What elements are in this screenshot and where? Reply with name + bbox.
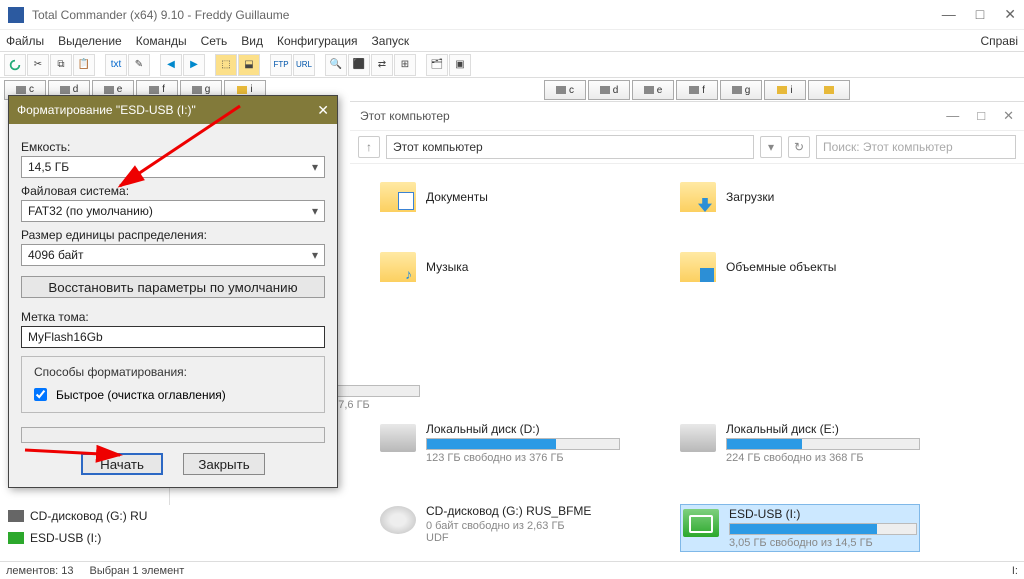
tb-cmd-icon[interactable]: ▣ [449,54,471,76]
app-icon [8,7,24,23]
format-options-legend: Способы форматирования: [30,365,191,379]
status-drive: I: [1012,565,1018,577]
titlebar: Total Commander (x64) 9.10 - Freddy Guil… [0,0,1024,30]
tb-search-icon[interactable]: 🔍 [325,54,347,76]
filesystem-select[interactable]: FAT32 (по умолчанию) [21,200,325,222]
quick-format-label: Быстрое (очистка оглавления) [56,388,226,402]
tb-copy-icon[interactable]: ⧉ [50,54,72,76]
tb-fwd-icon[interactable]: ▶ [183,54,205,76]
drive-c-right[interactable]: c [544,80,586,100]
close-format-button[interactable]: Закрыть [183,453,265,475]
format-options-group: Способы форматирования: Быстрое (очистка… [21,356,325,413]
menubar: Файлы Выделение Команды Сеть Вид Конфигу… [0,30,1024,51]
tb-archive-icon[interactable]: ⬚ [215,54,237,76]
allocunit-label: Размер единицы распределения: [21,228,325,242]
drive-d-item[interactable]: Локальный диск (D:) 123 ГБ свободно из 3… [380,422,620,464]
hdd-icon [680,424,716,452]
drivebar-right: c d e f g i [540,78,1024,102]
folder-3dobjects[interactable]: Объемные объекты [680,252,920,282]
status-selection: Выбран 1 элемент [90,565,185,577]
dialog-titlebar: Форматирование "ESD-USB (I:)" ✕ [9,96,337,124]
music-icon [380,252,416,282]
start-button[interactable]: Начать [81,453,163,475]
menu-files[interactable]: Файлы [6,34,44,48]
address-bar[interactable]: Этот компьютер [386,135,754,159]
exp-min-button[interactable]: — [946,108,959,124]
explorer-window: Этот компьютер — □ ✕ ↑ Этот компьютер ▾ … [350,101,1024,561]
explorer-title: Этот компьютер [360,109,450,123]
status-count: лементов: 13 [6,565,74,577]
exp-max-button[interactable]: □ [977,108,985,124]
downloads-icon [680,182,716,212]
tb-ftp-icon[interactable]: FTP [270,54,292,76]
maximize-button[interactable]: □ [976,6,984,23]
menu-view[interactable]: Вид [241,34,263,48]
tb-refresh-icon[interactable] [4,54,26,76]
usb-icon [683,509,719,537]
filesystem-label: Файловая система: [21,184,325,198]
menu-help[interactable]: Справі [980,34,1018,48]
menu-selection[interactable]: Выделение [58,34,122,48]
hdd-icon [380,424,416,452]
progress-bar [21,427,325,443]
explorer-toolbar: ↑ Этот компьютер ▾ ↻ Поиск: Этот компьют… [350,130,1024,164]
drive-i-right[interactable]: i [764,80,806,100]
exp-close-button[interactable]: ✕ [1003,108,1014,124]
tree-cd[interactable]: CD-дисковод (G:) RU [0,505,170,527]
drive-g-right[interactable]: g [720,80,762,100]
statusbar: лементов: 13 Выбран 1 элемент I: [0,561,1024,579]
tb-url-icon[interactable]: URL [293,54,315,76]
allocunit-select[interactable]: 4096 байт [21,244,325,266]
dialog-close-button[interactable]: ✕ [317,102,329,119]
close-button[interactable]: ✕ [1004,6,1016,23]
objects-icon [680,252,716,282]
tb-paste-icon[interactable]: 📋 [73,54,95,76]
volume-label-label: Метка тома: [21,310,325,324]
folder-documents[interactable]: Документы [380,182,620,212]
tree-usb-1[interactable]: ESD-USB (I:) [0,527,170,549]
menu-net[interactable]: Сеть [201,34,228,48]
dvd-icon [380,506,416,534]
tb-extract-icon[interactable]: ⬓ [238,54,260,76]
menu-config[interactable]: Конфигурация [277,34,358,48]
capacity-select[interactable]: 14,5 ГБ [21,156,325,178]
menu-start[interactable]: Запуск [372,34,410,48]
drive-g-item[interactable]: CD-дисковод (G:) RUS_BFME 0 байт свободн… [380,504,620,552]
menu-commands[interactable]: Команды [136,34,187,48]
drive-e-right[interactable]: e [632,80,674,100]
toolbar-main: ✂ ⧉ 📋 txt ✎ ◀ ▶ ⬚ ⬓ FTP URL 🔍 ⬛ ⇄ ⊞ 🗂 ▣ [0,51,1024,77]
window-title: Total Commander (x64) 9.10 - Freddy Guil… [32,8,289,22]
restore-defaults-button[interactable]: Восстановить параметры по умолчанию [21,276,325,298]
usb-icon [8,532,24,544]
documents-icon [380,182,416,212]
volume-label-input[interactable] [21,326,325,348]
capacity-label: Емкость: [21,140,325,154]
folder-music[interactable]: Музыка [380,252,620,282]
format-dialog: Форматирование "ESD-USB (I:)" ✕ Емкость:… [8,95,338,488]
addr-dropdown-icon[interactable]: ▾ [760,136,782,158]
tb-sync-icon[interactable]: ⇄ [371,54,393,76]
tb-branch-icon[interactable]: ⊞ [394,54,416,76]
drive-d-right[interactable]: d [588,80,630,100]
folder-downloads[interactable]: Загрузки [680,182,920,212]
tb-multi-icon[interactable]: ⬛ [348,54,370,76]
tb-reg-icon[interactable]: 🗂 [426,54,448,76]
tb-txt-icon[interactable]: txt [105,54,127,76]
tb-back-icon[interactable]: ◀ [160,54,182,76]
drive-i-item[interactable]: ESD-USB (I:) 3,05 ГБ свободно из 14,5 ГБ [680,504,920,552]
cd-icon [8,510,24,522]
quick-format-checkbox[interactable] [34,388,47,401]
dialog-title: Форматирование "ESD-USB (I:)" [17,103,196,117]
drive-f-right[interactable]: f [676,80,718,100]
minimize-button[interactable]: — [942,6,956,23]
refresh-icon[interactable]: ↻ [788,136,810,158]
drive-net-right[interactable] [808,80,850,100]
tb-edit-icon[interactable]: ✎ [128,54,150,76]
tb-cut-icon[interactable]: ✂ [27,54,49,76]
drive-e-item[interactable]: Локальный диск (E:) 224 ГБ свободно из 3… [680,422,920,464]
nav-up-icon[interactable]: ↑ [358,136,380,158]
search-input[interactable]: Поиск: Этот компьютер [816,135,1016,159]
